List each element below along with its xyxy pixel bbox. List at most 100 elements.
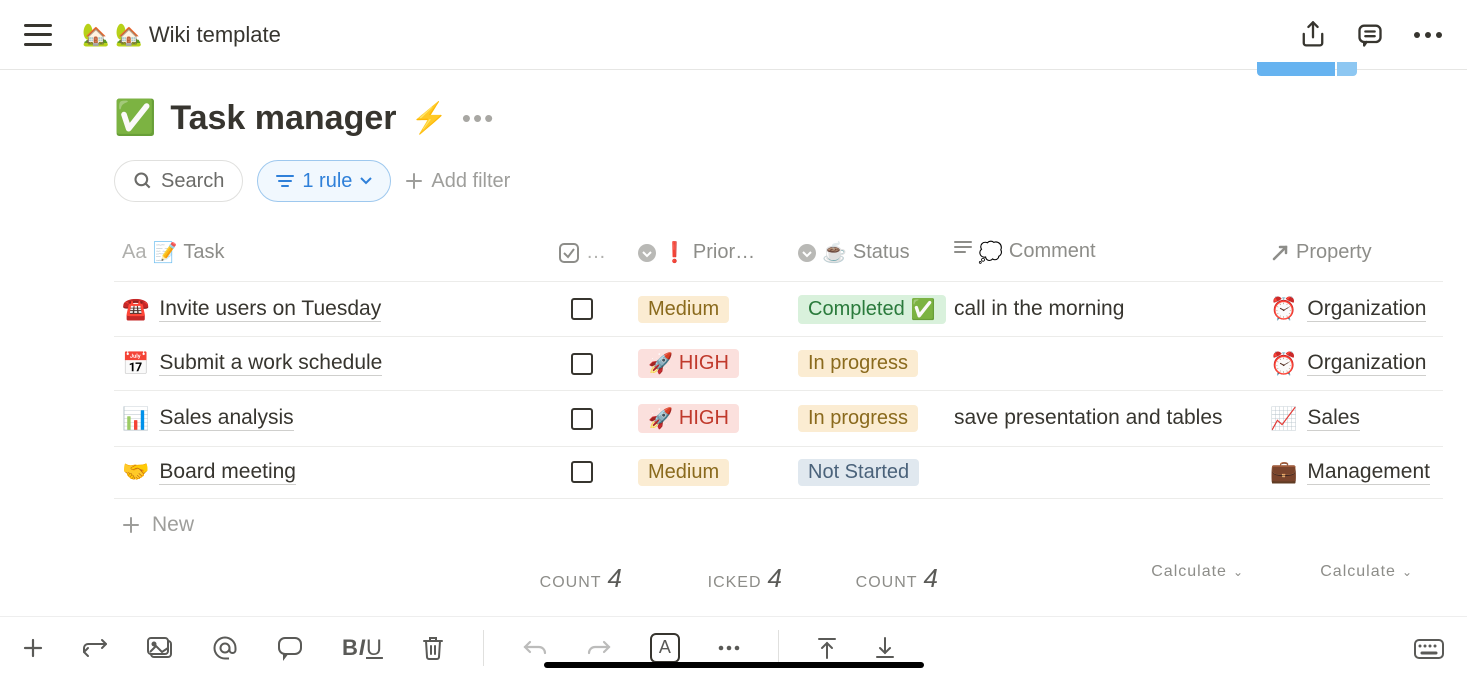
cell-task[interactable]: 📊 Sales analysis: [114, 391, 534, 445]
title-menu-icon[interactable]: •••: [462, 103, 495, 134]
comment-icon[interactable]: [276, 635, 304, 661]
footer-calc-2[interactable]: Calculate ⌄: [1252, 559, 1443, 598]
cell-check[interactable]: [534, 447, 630, 498]
checkbox[interactable]: [571, 461, 593, 483]
cell-comment[interactable]: [946, 337, 1252, 390]
breadcrumb[interactable]: 🏡 🏡 Wiki template: [82, 22, 281, 48]
task-title: Sales analysis: [159, 406, 293, 431]
sort-rule-button[interactable]: 1 rule: [257, 160, 391, 202]
header-task[interactable]: Aa 📝 Task: [114, 230, 534, 281]
keyboard-icon[interactable]: [1413, 636, 1445, 660]
comment-text: call in the morning: [954, 294, 1124, 324]
table-row: 🤝 Board meeting Medium Not Started 💼 Man…: [114, 447, 1443, 499]
rule-label: 1 rule: [302, 170, 352, 193]
page-title[interactable]: Task manager: [170, 99, 396, 138]
comment-text: save presentation and tables: [954, 403, 1223, 433]
cell-task[interactable]: 📅 Submit a work schedule: [114, 337, 534, 390]
add-filter-button[interactable]: Add filter: [405, 170, 510, 193]
header-priority[interactable]: ❗ Prior…: [630, 230, 790, 281]
comments-icon[interactable]: [1355, 21, 1385, 49]
task-emoji: ☎️: [122, 296, 149, 322]
cell-status[interactable]: In progress: [790, 391, 946, 445]
more-icon[interactable]: [1413, 31, 1443, 39]
top-bar: 🏡 🏡 Wiki template: [0, 0, 1467, 70]
cell-task[interactable]: 🤝 Board meeting: [114, 447, 534, 498]
footer-count-1[interactable]: COUNT 4: [534, 559, 630, 598]
cell-status[interactable]: Completed✅: [790, 282, 946, 336]
cell-priority[interactable]: 🚀HIGH: [630, 391, 790, 445]
page-icon: ✅: [114, 98, 156, 138]
cell-check[interactable]: [534, 282, 630, 336]
cell-status[interactable]: Not Started: [790, 447, 946, 498]
cell-status[interactable]: In progress: [790, 337, 946, 390]
property-label: Management: [1307, 460, 1430, 485]
add-block-icon[interactable]: [22, 637, 44, 659]
cell-check[interactable]: [534, 391, 630, 445]
status-tag: Completed✅: [798, 295, 946, 324]
table-row: 📅 Submit a work schedule 🚀HIGH In progre…: [114, 337, 1443, 391]
undo-icon[interactable]: [522, 638, 548, 658]
property-emoji: 📈: [1270, 406, 1297, 432]
search-label: Search: [161, 170, 224, 193]
move-up-icon[interactable]: [817, 636, 837, 660]
cell-priority[interactable]: 🚀HIGH: [630, 337, 790, 390]
bottom-toolbar: BIU A: [0, 616, 1467, 678]
share-icon[interactable]: [1299, 20, 1327, 50]
cell-comment[interactable]: save presentation and tables: [946, 391, 1252, 445]
footer-icked[interactable]: ICKED 4: [630, 559, 790, 598]
property-emoji: ⏰: [1270, 351, 1297, 377]
header-property[interactable]: Property: [1252, 230, 1443, 281]
table-row: ☎️ Invite users on Tuesday Medium Comple…: [114, 282, 1443, 337]
search-button[interactable]: Search: [114, 160, 243, 202]
cell-comment[interactable]: call in the morning: [946, 282, 1252, 336]
cell-property[interactable]: ⏰ Organization: [1252, 282, 1443, 336]
checkbox[interactable]: [571, 408, 593, 430]
property-label: Sales: [1307, 406, 1360, 431]
redo-icon[interactable]: [586, 638, 612, 658]
task-title: Board meeting: [159, 460, 296, 485]
cell-property[interactable]: 📈 Sales: [1252, 391, 1443, 445]
home-indicator: [544, 662, 924, 668]
table-header: Aa 📝 Task … ❗ Prior… ☕ Status 💭 Co: [114, 230, 1443, 282]
partial-button: [1257, 62, 1357, 76]
text-style-icon[interactable]: A: [650, 633, 680, 663]
move-down-icon[interactable]: [875, 636, 895, 660]
filter-row: Search 1 rule Add filter: [114, 160, 1443, 202]
header-check[interactable]: …: [534, 230, 630, 281]
cell-priority[interactable]: Medium: [630, 447, 790, 498]
footer-calc-1[interactable]: Calculate ⌄: [946, 559, 1252, 598]
new-row-label: New: [152, 513, 194, 537]
task-title: Invite users on Tuesday: [159, 297, 381, 322]
bolt-icon[interactable]: ⚡: [411, 101, 448, 136]
cell-property[interactable]: 💼 Management: [1252, 447, 1443, 498]
breadcrumb-icon-2: 🏡: [115, 22, 142, 48]
status-tag: Not Started: [798, 459, 919, 486]
property-label: Organization: [1307, 351, 1426, 376]
table-footer: COUNT 4 ICKED 4 COUNT 4 Calculate ⌄ Calc…: [114, 559, 1443, 598]
cell-task[interactable]: ☎️ Invite users on Tuesday: [114, 282, 534, 336]
header-comment[interactable]: 💭 Comment: [946, 230, 1252, 281]
footer-count-2[interactable]: COUNT 4: [790, 559, 946, 598]
status-tag: In progress: [798, 350, 918, 377]
checkbox[interactable]: [571, 353, 593, 375]
status-tag: In progress: [798, 405, 918, 432]
add-filter-label: Add filter: [431, 170, 510, 193]
cell-priority[interactable]: Medium: [630, 282, 790, 336]
header-status[interactable]: ☕ Status: [790, 230, 946, 281]
checkbox[interactable]: [571, 298, 593, 320]
mention-icon[interactable]: [212, 635, 238, 661]
trash-icon[interactable]: [421, 635, 445, 661]
cell-check[interactable]: [534, 337, 630, 390]
cell-comment[interactable]: [946, 447, 1252, 498]
image-icon[interactable]: [146, 636, 174, 660]
priority-tag: 🚀HIGH: [638, 349, 739, 378]
task-table: Aa 📝 Task … ❗ Prior… ☕ Status 💭 Co: [114, 230, 1443, 598]
cell-property[interactable]: ⏰ Organization: [1252, 337, 1443, 390]
new-row-button[interactable]: New: [114, 499, 1443, 551]
turn-into-icon[interactable]: [82, 636, 108, 660]
menu-button[interactable]: [24, 24, 52, 46]
more-tools-icon[interactable]: [718, 645, 740, 651]
format-icon[interactable]: BIU: [342, 635, 383, 661]
property-emoji: 💼: [1270, 459, 1297, 485]
table-row: 📊 Sales analysis 🚀HIGH In progress save …: [114, 391, 1443, 446]
